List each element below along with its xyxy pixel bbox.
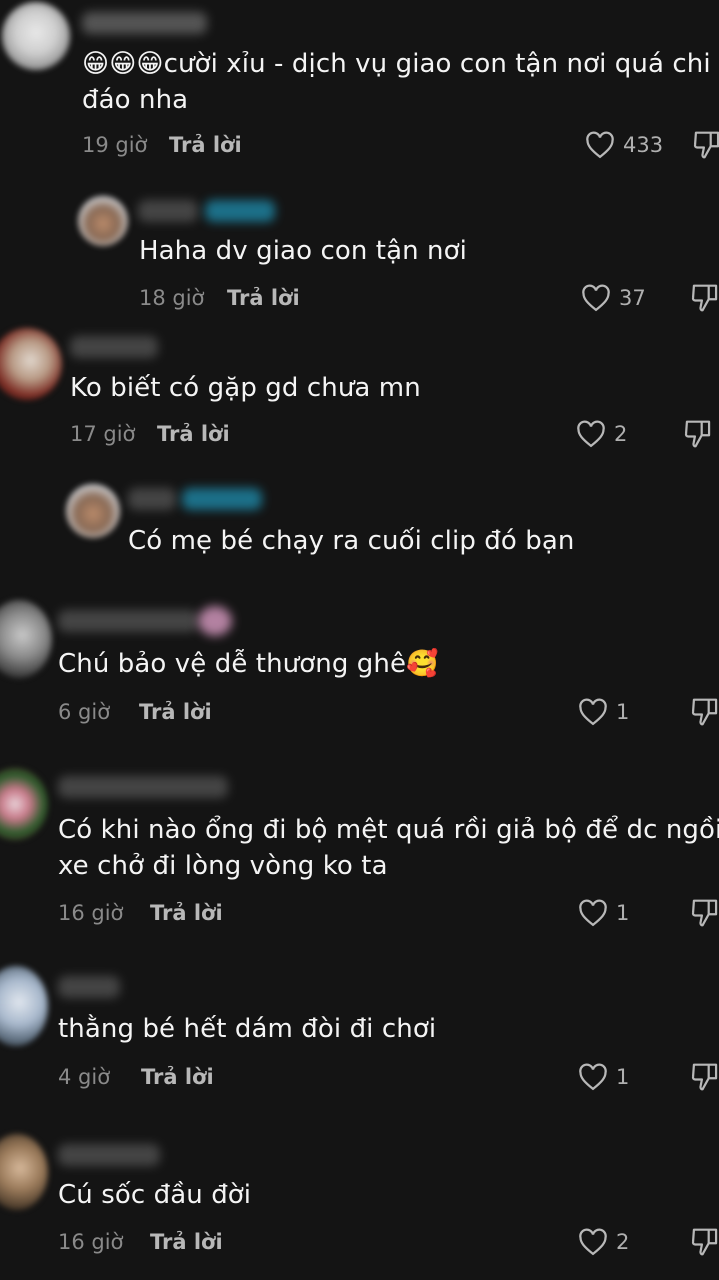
avatar[interactable] <box>2 2 70 70</box>
comment-text: Có mẹ bé chạy ra cuối clip đó bạn <box>128 526 575 556</box>
avatar[interactable] <box>66 484 120 538</box>
heart-icon <box>577 420 605 448</box>
username[interactable] <box>70 336 158 358</box>
comment-time: 16 giờ <box>58 1230 124 1254</box>
username[interactable] <box>58 1144 160 1166</box>
avatar[interactable] <box>0 1134 48 1210</box>
like-count: 1 <box>616 700 630 724</box>
username[interactable] <box>58 976 120 998</box>
comment-text: Ko biết có gặp gd chưa mn <box>70 373 421 403</box>
like-button[interactable]: 433 <box>585 131 663 159</box>
reply-button[interactable]: Trả lời <box>157 422 230 446</box>
dislike-icon[interactable] <box>690 1061 719 1093</box>
avatar[interactable] <box>78 196 128 246</box>
heart-icon <box>586 131 614 159</box>
comment-text: Cú sốc đầu đời <box>58 1180 252 1210</box>
like-button[interactable]: 37 <box>581 284 646 312</box>
like-button[interactable]: 1 <box>578 1063 629 1091</box>
like-button[interactable]: 2 <box>578 1228 629 1256</box>
reply-button[interactable]: Trả lời <box>141 1065 214 1089</box>
comment-text: Haha dv giao con tận nơi <box>139 236 467 266</box>
reply-button[interactable]: Trả lời <box>150 901 223 925</box>
comment-text: 😁😁😁cười xỉu - dịch vụ giao con tận nơi q… <box>82 49 711 79</box>
like-count: 433 <box>623 133 664 157</box>
dislike-icon[interactable] <box>683 418 713 450</box>
dislike-icon[interactable] <box>692 129 719 161</box>
heart-icon <box>579 698 607 726</box>
comment-text-line2: đáo nha <box>82 85 189 115</box>
comment-time: 19 giờ <box>82 133 148 157</box>
username-emoji <box>198 606 232 636</box>
comment-time: 6 giờ <box>58 700 111 724</box>
comment-text: thằng bé hết dám đòi đi chơi <box>58 1014 437 1044</box>
dislike-icon[interactable] <box>690 1226 719 1258</box>
heart-icon <box>579 1228 607 1256</box>
reply-button[interactable]: Trả lời <box>150 1230 223 1254</box>
reply-button[interactable]: Trả lời <box>169 133 242 157</box>
like-count: 1 <box>616 901 630 925</box>
comment-text: Chú bảo vệ dễ thương ghê🥰 <box>58 649 439 679</box>
author-badge <box>205 200 275 222</box>
comment-time: 4 giờ <box>58 1065 111 1089</box>
username[interactable] <box>82 12 207 34</box>
comment-time: 18 giờ <box>139 286 205 310</box>
heart-icon <box>582 284 610 312</box>
dislike-icon[interactable] <box>690 696 719 728</box>
like-button[interactable]: 2 <box>576 420 627 448</box>
comment-text-line2: xe chở đi lòng vòng ko ta <box>58 851 388 881</box>
dislike-icon[interactable] <box>690 897 719 929</box>
grin-emoji: 😁😁😁 <box>82 49 164 79</box>
avatar[interactable] <box>0 328 62 400</box>
like-count: 2 <box>616 1230 630 1254</box>
like-count: 1 <box>616 1065 630 1089</box>
like-count: 2 <box>614 422 628 446</box>
comment-text: Có khi nào ổng đi bộ mệt quá rồi giả bộ … <box>58 815 719 845</box>
username[interactable] <box>58 610 198 632</box>
dislike-icon[interactable] <box>690 282 719 314</box>
comment-time: 16 giờ <box>58 901 124 925</box>
username[interactable] <box>128 488 176 510</box>
avatar[interactable] <box>0 600 52 678</box>
reply-button[interactable]: Trả lời <box>139 700 212 724</box>
like-count: 37 <box>619 286 646 310</box>
avatar[interactable] <box>0 768 48 840</box>
reply-button[interactable]: Trả lời <box>227 286 300 310</box>
username[interactable] <box>138 200 198 222</box>
author-badge <box>182 488 262 510</box>
like-button[interactable]: 1 <box>578 899 629 927</box>
comment-time: 17 giờ <box>70 422 136 446</box>
like-button[interactable]: 1 <box>578 698 629 726</box>
heart-icon <box>579 899 607 927</box>
heart-icon <box>579 1063 607 1091</box>
avatar[interactable] <box>0 966 48 1046</box>
username[interactable] <box>58 776 228 798</box>
smiling-hearts-emoji: 🥰 <box>406 649 439 679</box>
